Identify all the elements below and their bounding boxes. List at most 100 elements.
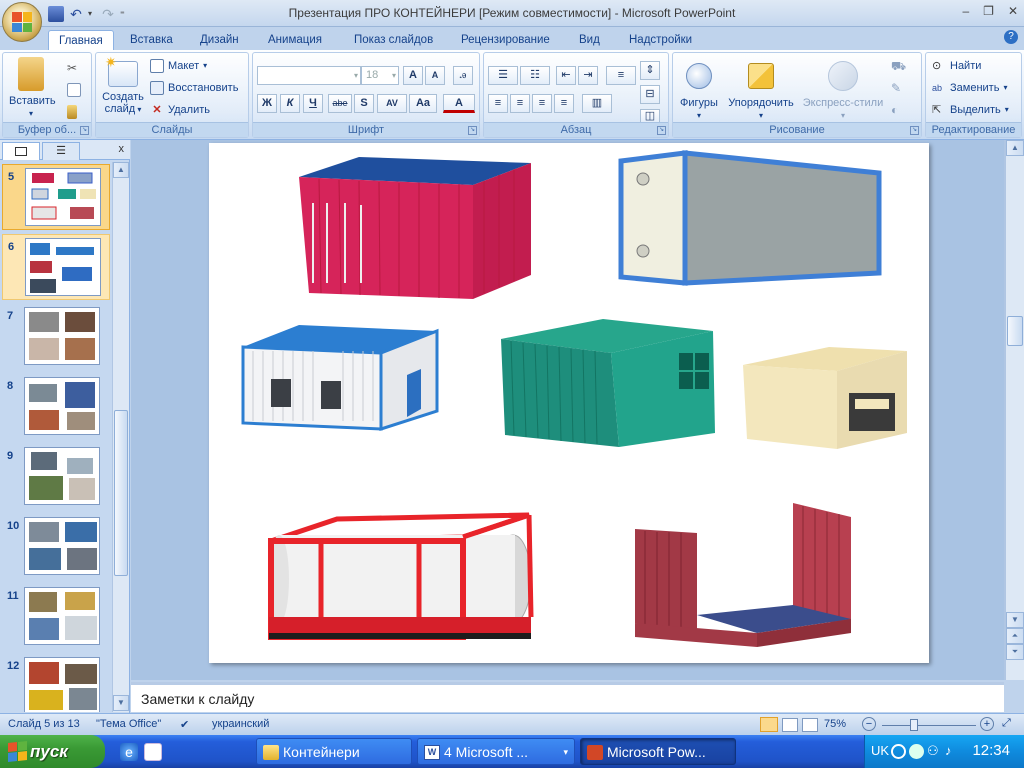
taskbar-item-word[interactable]: W 4 Microsoft ... ▾ bbox=[417, 738, 575, 765]
network-icon[interactable]: ⚇ bbox=[927, 743, 939, 759]
thumbnail-scrollbar[interactable]: ▲ ▼ bbox=[112, 162, 129, 712]
scroll-thumb[interactable] bbox=[1007, 316, 1023, 346]
volume-icon[interactable]: ♪ bbox=[945, 743, 952, 758]
slide-thumbnail[interactable]: 5 bbox=[2, 164, 110, 230]
scroll-up-icon[interactable]: ▲ bbox=[113, 162, 129, 178]
strikethrough-button[interactable]: abe bbox=[328, 94, 352, 113]
scroll-thumb[interactable] bbox=[114, 410, 128, 576]
cut-button[interactable]: ✂ bbox=[67, 59, 81, 77]
tab-insert[interactable]: Вставка bbox=[120, 30, 183, 50]
slide-thumbnail[interactable]: 12 bbox=[2, 654, 110, 712]
smartart-icon[interactable]: ◫ bbox=[640, 109, 660, 123]
shape-effects-button[interactable]: ◐ bbox=[891, 101, 905, 119]
notes-pane[interactable]: Заметки к слайду bbox=[131, 682, 1004, 712]
paste-button[interactable]: Вставить ▾ bbox=[9, 57, 56, 120]
increase-indent-icon[interactable]: ⇥ bbox=[578, 66, 598, 85]
tab-slideshow[interactable]: Показ слайдов bbox=[344, 30, 443, 50]
show-desktop-icon[interactable] bbox=[144, 743, 162, 761]
taskbar-item-folder[interactable]: Контейнери bbox=[256, 738, 412, 765]
normal-view-icon[interactable] bbox=[760, 717, 778, 732]
slide-thumbnail[interactable]: 7 bbox=[2, 304, 110, 370]
justify-icon[interactable]: ≡ bbox=[554, 94, 574, 113]
zoom-slider[interactable] bbox=[882, 725, 976, 726]
shapes-button[interactable]: Фигуры ▾ bbox=[677, 57, 721, 122]
grow-font-button[interactable]: A bbox=[403, 66, 423, 85]
restore-icon[interactable]: ❐ bbox=[983, 4, 994, 18]
fit-slide-icon[interactable]: ⤢ bbox=[1002, 717, 1018, 731]
format-painter-button[interactable] bbox=[67, 103, 77, 121]
change-case-button[interactable]: Aa bbox=[409, 94, 437, 113]
align-center-icon[interactable]: ≡ bbox=[510, 94, 530, 113]
columns-icon[interactable]: ▥ bbox=[582, 94, 612, 113]
zoom-slider-thumb[interactable] bbox=[910, 719, 918, 731]
layout-button[interactable]: Макет ▾ bbox=[150, 57, 207, 75]
decrease-indent-icon[interactable]: ⇤ bbox=[556, 66, 576, 85]
current-slide[interactable] bbox=[209, 143, 929, 663]
slides-tab-icon[interactable] bbox=[2, 142, 40, 160]
font-color-button[interactable]: A bbox=[443, 94, 475, 113]
font-name-combo[interactable]: ▾ bbox=[257, 66, 361, 85]
zoom-out-icon[interactable]: − bbox=[862, 717, 876, 731]
ie-icon[interactable]: e bbox=[120, 743, 138, 761]
help-icon[interactable]: ? bbox=[1004, 30, 1018, 44]
sorter-view-icon[interactable] bbox=[782, 718, 798, 732]
select-button[interactable]: ⇱ Выделить ▾ bbox=[932, 101, 1009, 119]
slide-thumbnail[interactable]: 11 bbox=[2, 584, 110, 650]
previous-slide-icon[interactable]: ⏶ bbox=[1006, 628, 1024, 644]
start-button[interactable]: пуск bbox=[0, 735, 105, 768]
zoom-in-icon[interactable]: + bbox=[980, 717, 994, 731]
find-button[interactable]: ⊙ Найти bbox=[932, 57, 981, 75]
shadow-button[interactable]: S bbox=[354, 94, 374, 113]
replace-button[interactable]: ab Заменить ▾ bbox=[932, 79, 1007, 97]
scroll-up-icon[interactable]: ▲ bbox=[1006, 140, 1024, 156]
align-text-icon[interactable]: ⊟ bbox=[640, 85, 660, 104]
bullets-icon[interactable]: ☰ bbox=[488, 66, 518, 85]
dialog-launcher-icon[interactable]: ↘ bbox=[468, 126, 477, 135]
clear-format-icon[interactable]: ꭿ bbox=[453, 66, 473, 85]
language-indicator[interactable]: UK bbox=[871, 743, 889, 758]
slide-thumbnail[interactable]: 10 bbox=[2, 514, 110, 580]
close-icon[interactable]: ✕ bbox=[1008, 4, 1018, 18]
close-panel-icon[interactable]: x bbox=[119, 143, 125, 155]
shape-outline-button[interactable]: ✎ bbox=[891, 79, 905, 97]
tab-review[interactable]: Рецензирование bbox=[451, 30, 560, 50]
quick-styles-button[interactable]: Экспресс-стили ▾ bbox=[799, 57, 887, 122]
slide-thumbnail[interactable]: 6 bbox=[2, 234, 110, 300]
shrink-font-button[interactable]: A bbox=[425, 66, 445, 85]
scroll-down-icon[interactable]: ▼ bbox=[1006, 612, 1024, 628]
tray-app-icon[interactable] bbox=[909, 744, 924, 759]
font-size-combo[interactable]: 18 ▾ bbox=[361, 66, 399, 85]
slide-thumbnail[interactable]: 8 bbox=[2, 374, 110, 440]
char-spacing-button[interactable]: AV bbox=[377, 94, 407, 113]
new-slide-button[interactable]: ✷ Создать слайд ▾ bbox=[100, 55, 146, 116]
scroll-down-icon[interactable]: ▼ bbox=[113, 695, 129, 711]
language-indicator[interactable]: украинский bbox=[212, 718, 269, 730]
office-button[interactable] bbox=[2, 2, 42, 42]
copy-button[interactable] bbox=[67, 81, 81, 99]
slide-thumbnail[interactable]: 9 bbox=[2, 444, 110, 510]
reset-button[interactable]: Восстановить bbox=[150, 79, 238, 97]
spellcheck-icon[interactable]: ✔ bbox=[180, 718, 194, 732]
theme-name[interactable]: "Тема Office" bbox=[96, 718, 161, 730]
line-spacing-icon[interactable]: ≡ bbox=[606, 66, 636, 85]
tab-addins[interactable]: Надстройки bbox=[619, 30, 702, 50]
arrange-button[interactable]: Упорядочить ▾ bbox=[725, 57, 797, 122]
slideshow-view-icon[interactable] bbox=[802, 718, 818, 732]
tab-design[interactable]: Дизайн bbox=[190, 30, 249, 50]
underline-button[interactable]: Ч bbox=[303, 94, 323, 113]
tab-view[interactable]: Вид bbox=[569, 30, 610, 50]
dialog-launcher-icon[interactable]: ↘ bbox=[80, 126, 89, 135]
shape-fill-button[interactable]: ⛟ bbox=[891, 57, 906, 75]
numbering-icon[interactable]: ☷ bbox=[520, 66, 550, 85]
dialog-launcher-icon[interactable]: ↘ bbox=[657, 126, 666, 135]
align-left-icon[interactable]: ≡ bbox=[488, 94, 508, 113]
bold-button[interactable]: Ж bbox=[257, 94, 277, 113]
slide-scrollbar[interactable]: ▲ ▼ ⏶ ⏷ bbox=[1005, 140, 1024, 680]
minimize-icon[interactable]: – bbox=[962, 4, 969, 18]
next-slide-icon[interactable]: ⏷ bbox=[1006, 644, 1024, 660]
tab-animation[interactable]: Анимация bbox=[258, 30, 332, 50]
dialog-launcher-icon[interactable]: ↘ bbox=[910, 126, 919, 135]
delete-slide-button[interactable]: ✕ Удалить bbox=[150, 101, 210, 119]
align-right-icon[interactable]: ≡ bbox=[532, 94, 552, 113]
outline-tab-icon[interactable]: ☰ bbox=[42, 142, 80, 160]
